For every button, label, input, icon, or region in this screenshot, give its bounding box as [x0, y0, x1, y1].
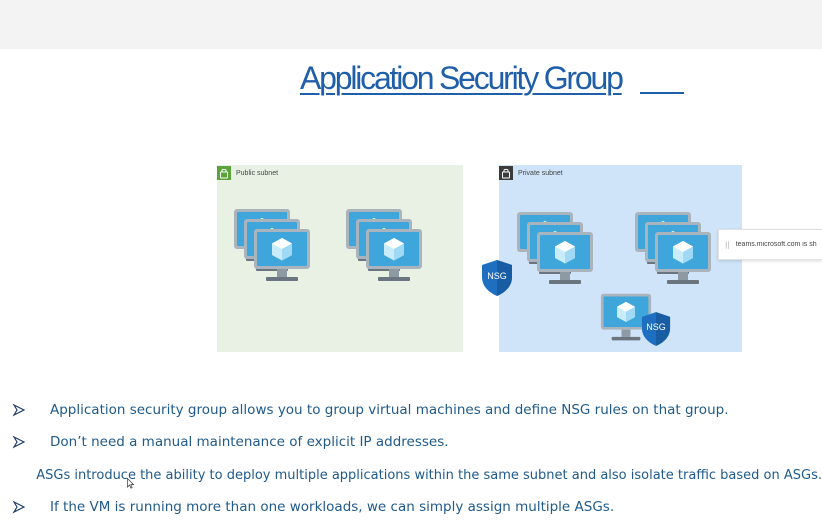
public-vm-group-1	[232, 207, 314, 287]
bullet-text: If the VM is running more than one workl…	[50, 499, 615, 515]
slide-title: Application Security Group	[300, 60, 624, 96]
title-underline-extension	[640, 92, 684, 94]
bullet-text: Don’t need a manual maintenance of expli…	[50, 434, 449, 450]
bullet-item: Don’t need a manual maintenance of expli…	[12, 429, 822, 455]
nsg-shield-subnet: NSG	[481, 259, 513, 297]
nsg-shield-vm: NSG	[641, 311, 671, 347]
bullet-text: Application security group allows you to…	[50, 402, 729, 418]
bullet-item: Application security group allows you to…	[12, 397, 822, 423]
private-subnet-header: Private subnet	[499, 165, 563, 181]
nsg-label: NSG	[646, 322, 666, 332]
virtual-machine-icon	[252, 227, 312, 285]
toast-text: teams.microsoft.com is sh	[735, 241, 817, 248]
private-vm-group-1	[515, 210, 597, 290]
arrow-bullet-icon	[12, 500, 26, 514]
virtual-machine-icon	[653, 230, 713, 288]
lock-icon	[499, 166, 513, 180]
lock-icon	[217, 166, 231, 180]
bullet-text: ASGs introduce the ability to deploy mul…	[36, 467, 822, 483]
public-vm-group-2	[344, 207, 426, 287]
private-vm-group-2	[633, 210, 715, 290]
virtual-machine-icon	[535, 230, 595, 288]
arrow-bullet-icon	[12, 403, 26, 417]
public-subnet-label: Public subnet	[236, 169, 279, 177]
arrow-bullet-icon	[12, 435, 26, 449]
app-top-bar	[0, 0, 822, 49]
mouse-cursor-icon	[127, 478, 135, 489]
teams-share-toast[interactable]: || teams.microsoft.com is sh	[718, 229, 822, 260]
bullet-item: If the VM is running more than one workl…	[12, 494, 822, 520]
public-subnet-header: Public subnet	[217, 165, 278, 181]
virtual-machine-icon	[364, 227, 424, 285]
nsg-label: NSG	[487, 271, 507, 281]
drag-handle-icon[interactable]: ||	[725, 241, 730, 249]
private-subnet-label: Private subnet	[518, 169, 563, 177]
